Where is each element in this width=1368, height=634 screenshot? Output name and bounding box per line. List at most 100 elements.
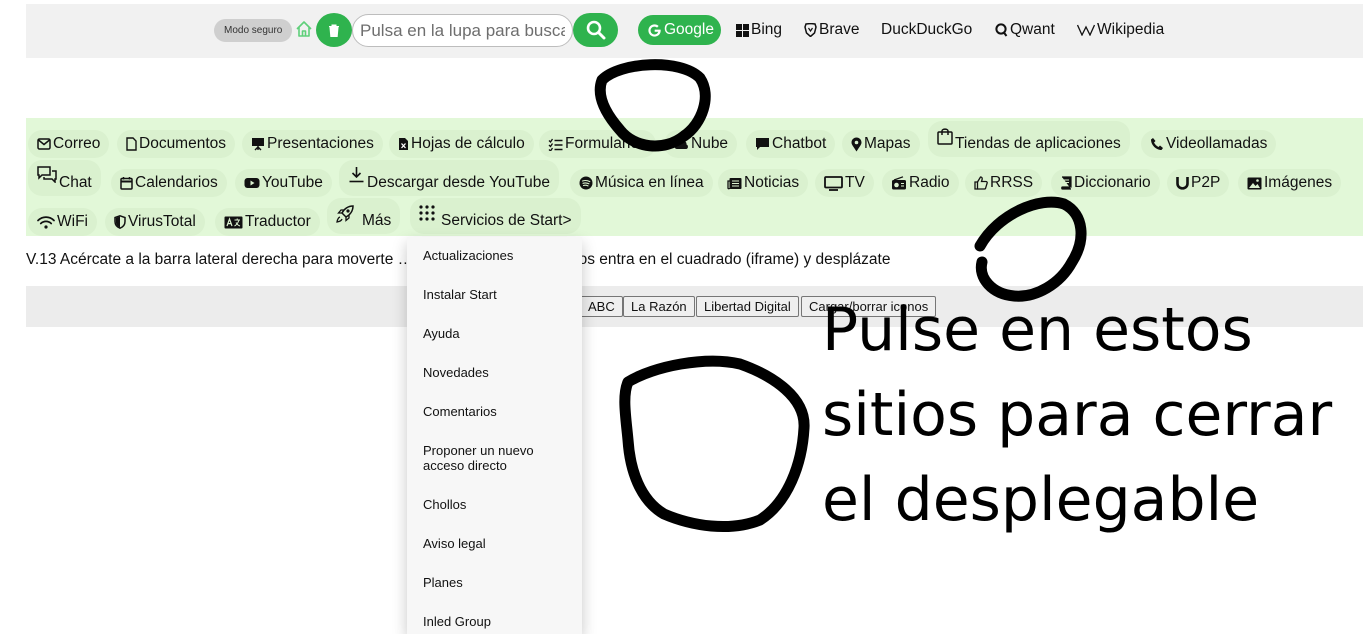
link-label: Traductor [245, 213, 311, 230]
download-icon [348, 166, 365, 183]
link-formularios[interactable]: Formularios [539, 130, 656, 158]
link-p2p[interactable]: P2P [1167, 169, 1230, 197]
link-descargar-desde-youtube[interactable]: Descargar desde YouTube [339, 160, 559, 196]
safe-mode-badge[interactable]: Modo seguro [214, 19, 293, 42]
link-traductor[interactable]: Traductor [215, 208, 320, 236]
link-mapas[interactable]: Mapas [842, 130, 920, 158]
link-label: Noticias [744, 174, 800, 191]
link-youtube[interactable]: YouTube [235, 169, 332, 197]
link-label: Videollamadas [1166, 135, 1268, 152]
tv-icon [824, 175, 843, 191]
link-musica-en-linea[interactable]: Música en línea [570, 169, 713, 197]
link-label: Hojas de cálculo [411, 135, 525, 152]
dropdown-item-planes[interactable]: Planes [423, 575, 573, 590]
link-label: Chat [59, 174, 92, 191]
rocket-icon [336, 205, 354, 223]
dropdown-item-inled-group[interactable]: Inled Group [423, 614, 573, 629]
calendar-icon [120, 176, 133, 190]
home-icon[interactable] [295, 20, 313, 38]
link-imagenes[interactable]: Imágenes [1238, 169, 1342, 197]
link-label: RRSS [990, 174, 1034, 191]
link-diccionario[interactable]: Diccionario [1051, 169, 1160, 197]
news-button-la-razon[interactable]: La Razón [623, 296, 695, 317]
shopping-bag-icon [937, 127, 953, 145]
radio-icon [891, 176, 907, 190]
link-label: Más [362, 212, 392, 229]
chat-icon [37, 166, 57, 183]
cloud-icon [673, 138, 689, 150]
link-chat[interactable]: Chat [28, 160, 101, 196]
link-label: Correo [53, 135, 101, 152]
link-wifi[interactable]: WiFi [28, 208, 97, 236]
link-label: Diccionario [1074, 174, 1151, 191]
phone-icon [1150, 137, 1164, 151]
engine-duckduckgo[interactable]: DuckDuckGo [881, 15, 972, 45]
link-label: Descargar desde YouTube [367, 174, 550, 191]
link-label: Presentaciones [267, 135, 374, 152]
dropdown-item-chollos[interactable]: Chollos [423, 497, 573, 512]
link-virustotal[interactable]: VirusTotal [105, 208, 205, 236]
search-input[interactable] [352, 14, 573, 47]
search-icon [586, 20, 605, 40]
link-calendarios[interactable]: Calendarios [111, 169, 227, 197]
chat-bubble-icon [755, 137, 770, 151]
link-rrss[interactable]: RRSS [965, 169, 1043, 197]
dropdown-item-instalar-start[interactable]: Instalar Start [423, 287, 573, 302]
link-tv[interactable]: TV [815, 169, 874, 197]
dropdown-item-actualizaciones[interactable]: Actualizaciones [423, 248, 573, 263]
news-button-libertad-digital[interactable]: Libertad Digital [696, 296, 799, 317]
link-radio[interactable]: Radio [882, 169, 959, 197]
link-label: Mapas [864, 135, 911, 152]
dropdown-item-ayuda[interactable]: Ayuda [423, 326, 573, 341]
link-hojas-de-calculo[interactable]: Hojas de cálculo [389, 130, 534, 158]
link-mas[interactable]: Más [327, 198, 401, 234]
dropdown-item-novedades[interactable]: Novedades [423, 365, 573, 380]
link-label: P2P [1191, 174, 1221, 191]
newspaper-icon [727, 177, 742, 190]
translate-icon [224, 216, 243, 229]
envelope-icon [37, 138, 51, 150]
trash-icon [329, 24, 339, 37]
engine-brave[interactable]: Brave [804, 15, 860, 45]
link-nube[interactable]: Nube [664, 130, 738, 158]
search-button[interactable] [573, 13, 618, 47]
link-videollamadas[interactable]: Videollamadas [1141, 130, 1277, 158]
news-button-abc[interactable]: ABC [580, 296, 623, 317]
grid-icon [419, 205, 435, 221]
magnet-icon [1176, 176, 1189, 190]
engine-label: DuckDuckGo [881, 21, 973, 38]
link-label: Calendarios [135, 174, 218, 191]
engine-google[interactable]: Google [638, 15, 721, 45]
link-label: Radio [909, 174, 950, 191]
link-label: WiFi [57, 213, 88, 230]
shield-icon [114, 215, 126, 229]
link-servicios-de-start[interactable]: Servicios de Start> [410, 198, 581, 234]
dropdown-item-comentarios[interactable]: Comentarios [423, 404, 573, 419]
link-correo[interactable]: Correo [28, 130, 110, 158]
presentation-icon [251, 137, 265, 151]
link-tiendas-de-aplicaciones[interactable]: Tiendas de aplicaciones [928, 121, 1130, 157]
link-label: Documentos [139, 135, 227, 152]
dropdown-item-proponer-acceso-directo[interactable]: Proponer un nuevo acceso directo [423, 443, 573, 473]
image-icon [1247, 177, 1262, 190]
link-label: Formularios [565, 135, 647, 152]
link-label: Servicios de Start> [441, 212, 572, 229]
google-icon [647, 23, 662, 38]
wikipedia-icon [1077, 24, 1095, 36]
engine-wikipedia[interactable]: Wikipedia [1077, 15, 1164, 45]
engine-qwant[interactable]: Qwant [995, 15, 1055, 45]
link-noticias[interactable]: Noticias [718, 169, 809, 197]
link-label: VirusTotal [128, 213, 196, 230]
link-presentaciones[interactable]: Presentaciones [242, 130, 383, 158]
dropdown-item-aviso-legal[interactable]: Aviso legal [423, 536, 573, 551]
link-chatbot[interactable]: Chatbot [746, 130, 836, 158]
youtube-icon [244, 177, 260, 189]
engine-label: Google [664, 21, 714, 38]
link-label: Tiendas de aplicaciones [955, 135, 1121, 152]
clear-search-button[interactable] [316, 13, 352, 47]
link-documentos[interactable]: Documentos [117, 130, 236, 158]
book-icon [1060, 176, 1072, 190]
engine-bing[interactable]: Bing [736, 15, 782, 45]
link-label: TV [845, 174, 865, 191]
wifi-icon [37, 215, 55, 229]
